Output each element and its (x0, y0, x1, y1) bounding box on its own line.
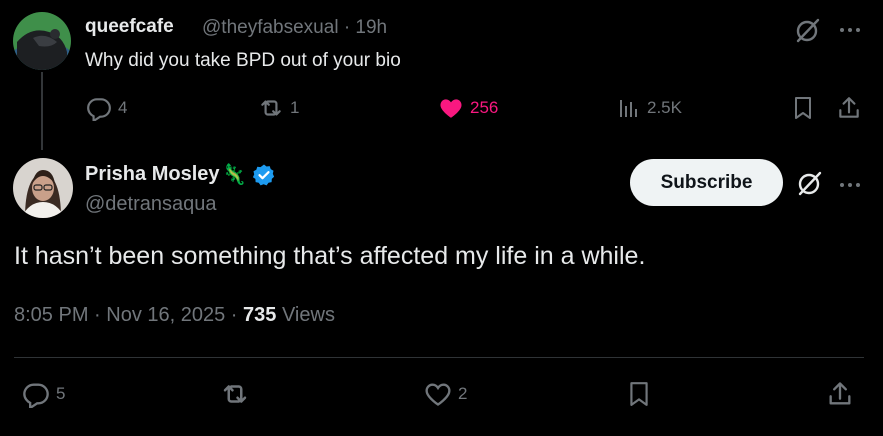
repost-button[interactable] (220, 378, 250, 410)
tweet-timestamp[interactable]: 8:05 PM · Nov 16, 2025 · (14, 304, 243, 326)
like-count: 256 (470, 98, 499, 117)
like-button[interactable]: 2 (424, 378, 467, 410)
author-handle[interactable]: @detransaqua (85, 193, 217, 216)
views-button[interactable]: 2.5K (617, 94, 682, 122)
subscribe-button[interactable]: Subscribe (630, 159, 783, 206)
reply-icon (23, 383, 49, 408)
like-count: 2 (458, 384, 468, 403)
author-display-name[interactable]: Prisha Mosley 🦎 (85, 162, 276, 187)
author-name-text: Prisha Mosley (85, 163, 220, 185)
reply-text: Why did you take BPD out of your bio (85, 50, 401, 71)
tweet-text: It hasn’t been something that’s affected… (14, 242, 646, 270)
reply-handle-time[interactable]: @theyfabsexual · 19h (202, 17, 387, 39)
share-icon (839, 97, 859, 118)
view-count: 2.5K (647, 98, 682, 117)
verified-badge-icon (253, 164, 275, 185)
heart-icon (425, 383, 451, 406)
grok-icon[interactable] (795, 169, 825, 199)
analytics-icon (620, 100, 637, 117)
views-count: 735 (243, 304, 277, 326)
thread-connector-line (41, 72, 43, 150)
more-options-icon[interactable] (838, 173, 862, 197)
like-button[interactable]: 256 (438, 94, 498, 122)
bookmark-button[interactable] (626, 378, 652, 410)
repost-icon (261, 100, 281, 116)
views-label: Views (281, 304, 335, 326)
reply-button[interactable]: 4 (86, 94, 127, 122)
more-options-icon[interactable] (838, 18, 862, 42)
bookmark-icon (795, 97, 811, 119)
divider (14, 357, 864, 358)
reply-count: 5 (56, 384, 66, 403)
bookmark-icon (630, 382, 648, 406)
tweet-metadata: 8:05 PM · Nov 16, 2025 · 735 Views (14, 304, 335, 327)
reply-icon (87, 98, 111, 121)
reply-count: 4 (118, 98, 128, 117)
reply-display-name[interactable]: queefcafe (85, 16, 174, 38)
share-icon (829, 382, 851, 405)
lizard-emoji: 🦎 (221, 164, 247, 186)
heart-filled-icon (440, 99, 462, 118)
share-button[interactable] (826, 378, 854, 410)
share-button[interactable] (836, 94, 862, 122)
grok-icon[interactable] (793, 16, 823, 46)
reply-avatar[interactable] (13, 12, 71, 70)
repost-count: 1 (290, 98, 300, 117)
repost-button[interactable]: 1 (258, 94, 299, 122)
author-avatar[interactable] (13, 158, 73, 218)
repost-icon (223, 385, 247, 403)
bookmark-button[interactable] (791, 94, 815, 122)
reply-button[interactable]: 5 (22, 378, 65, 410)
